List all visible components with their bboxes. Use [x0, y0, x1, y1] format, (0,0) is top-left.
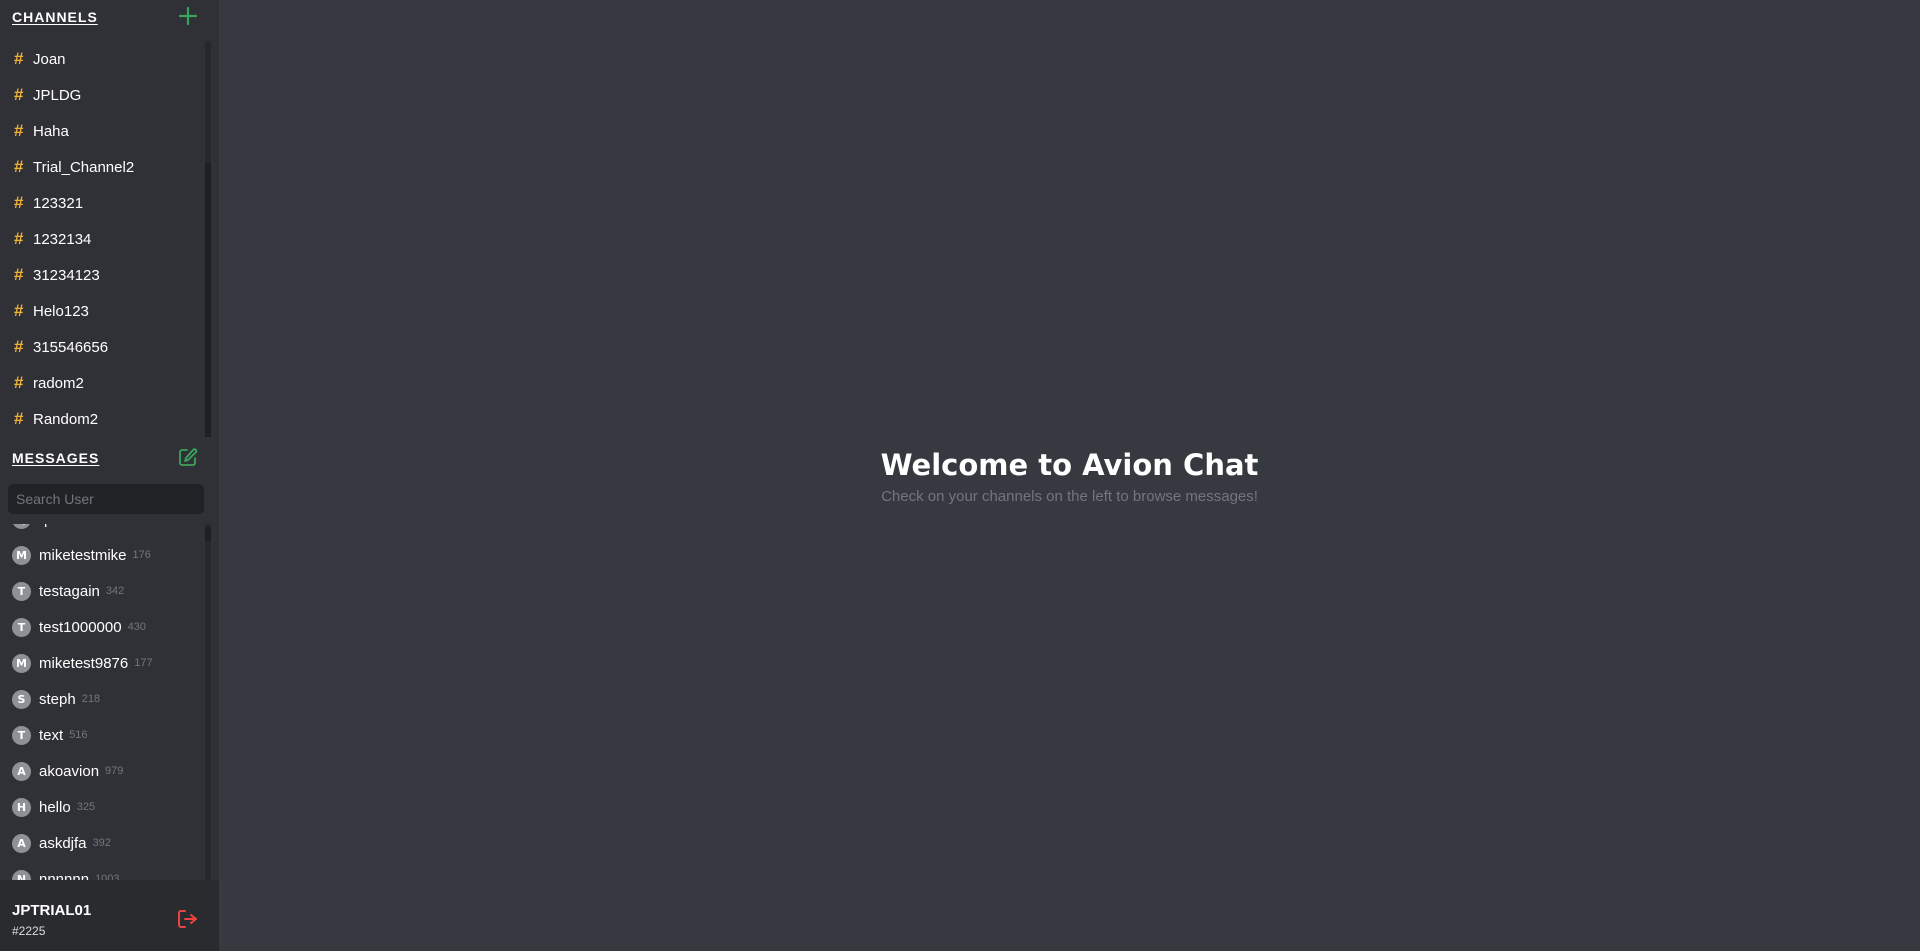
hash-icon: # — [14, 49, 24, 68]
user-item[interactable]: Mmiketestmike 176 — [0, 537, 205, 573]
user-id: 516 — [69, 729, 88, 741]
channel-name: radom2 — [33, 374, 84, 392]
channel-name: Haha — [33, 122, 69, 140]
plus-icon[interactable] — [177, 5, 199, 27]
hash-icon: # — [14, 85, 24, 104]
user-item[interactable]: Qqtws 117 — [0, 524, 205, 537]
user-item[interactable]: Ttext 516 — [0, 717, 205, 753]
avatar: S — [12, 689, 31, 709]
user-name: akoavion — [39, 762, 100, 780]
channel-item[interactable]: #123321 — [0, 185, 205, 221]
current-user-tag: #2225 — [12, 924, 46, 938]
edit-icon[interactable] — [177, 446, 199, 468]
welcome-subtitle: Check on your channels on the left to br… — [881, 488, 1258, 505]
user-id: 392 — [92, 837, 111, 849]
avatar: Q — [12, 524, 31, 529]
user-scrollbar[interactable] — [205, 524, 211, 880]
channel-name: Helo123 — [33, 302, 89, 320]
user-item[interactable]: Ttest1000000 430 — [0, 609, 205, 645]
avatar: T — [12, 725, 31, 745]
channel-item[interactable]: # Joan — [0, 41, 205, 77]
user-name: text — [39, 726, 64, 744]
channel-scrollbar-thumb[interactable] — [205, 163, 211, 437]
channel-name: 123321 — [33, 194, 84, 212]
avatar: N — [12, 869, 31, 880]
user-name: miketestmike — [39, 546, 127, 564]
user-name: askdjfa — [39, 834, 87, 852]
channel-item[interactable]: # JPLDG — [0, 77, 205, 113]
channel-name: JPLDG — [33, 86, 82, 104]
user-name: hello — [39, 798, 71, 816]
user-id: 325 — [76, 801, 96, 813]
channel-item[interactable]: #315546656 — [0, 329, 205, 365]
user-name: testagain — [39, 582, 100, 600]
user-item[interactable]: Nnnnnnn 1003 — [0, 861, 205, 880]
channel-item[interactable]: #1232134 — [0, 221, 205, 257]
channel-item[interactable]: # Trial_Channel2 — [0, 149, 205, 185]
user-id: 117 — [76, 524, 94, 525]
channel-name: Trial_Channel2 — [33, 158, 135, 176]
user-name: nnnnnn — [39, 870, 90, 881]
user-id: 176 — [132, 549, 151, 561]
user-id: 342 — [105, 585, 125, 597]
channel-name: 315546656 — [33, 338, 109, 356]
avatar: M — [12, 545, 31, 565]
messages-title: MESSAGES — [12, 450, 100, 466]
logout-icon[interactable] — [176, 907, 200, 931]
user-list: Qqtws117 Mmiketestmike176 Ttestagain342 … — [0, 524, 205, 880]
hash-icon: # — [14, 121, 24, 140]
avatar: A — [12, 833, 31, 853]
hash-icon: # — [14, 409, 24, 428]
sidebar: CHANNELS # Joan # JPLDG # Haha # Trial_Chann… — [0, 0, 219, 951]
channels-title: CHANNELS — [12, 9, 98, 25]
channel-list: # Joan # JPLDG # Haha # Trial_Channel2 #1233… — [0, 41, 205, 437]
user-name: test1000000 — [39, 618, 122, 636]
avatar: T — [12, 581, 31, 601]
channel-item[interactable]: #31234123 — [0, 257, 205, 293]
user-item[interactable]: Ssteph 218 — [0, 681, 205, 717]
user-item[interactable]: Aakoavion 979 — [0, 753, 205, 789]
avatar: T — [12, 617, 31, 637]
user-id: 430 — [127, 621, 146, 633]
channel-name: 1232134 — [33, 230, 92, 248]
avatar: H — [12, 797, 31, 817]
user-id: 177 — [134, 657, 153, 669]
user-footer: JPTRIAL01 #2225 — [0, 880, 219, 951]
main-panel: Welcome to Avion Chat Check on your chan… — [219, 0, 1920, 951]
hash-icon: # — [14, 337, 24, 356]
hash-icon: # — [14, 229, 24, 248]
channels-header: CHANNELS — [0, 2, 219, 30]
hash-icon: # — [14, 301, 24, 320]
channel-item[interactable]: # Haha — [0, 113, 205, 149]
user-name: qtws — [39, 524, 70, 528]
avatar: M — [12, 653, 31, 673]
welcome-title: Welcome to Avion Chat — [880, 448, 1259, 482]
hash-icon: # — [14, 157, 24, 176]
channel-name: Joan — [33, 50, 66, 68]
avatar: A — [12, 761, 31, 781]
current-username: JPTRIAL01 — [12, 902, 92, 919]
hash-icon: # — [14, 193, 24, 212]
user-name: steph — [39, 690, 76, 708]
user-name: miketest9876 — [39, 654, 129, 672]
user-item[interactable]: Aaskdjfa 392 — [0, 825, 205, 861]
messages-header: MESSAGES — [0, 443, 219, 471]
user-scrollbar-thumb[interactable] — [205, 527, 211, 541]
search-user-input[interactable] — [8, 484, 204, 514]
channel-name: Random2 — [33, 410, 99, 428]
user-id: 979 — [105, 765, 124, 777]
channel-item[interactable]: # radom2 — [0, 365, 205, 401]
user-item[interactable]: Ttestagain 342 — [0, 573, 205, 609]
channel-item[interactable]: # Random2 — [0, 401, 205, 437]
user-item[interactable]: Hhello 325 — [0, 789, 205, 825]
user-id: 1003 — [95, 873, 120, 880]
user-id: 218 — [81, 693, 101, 705]
hash-icon: # — [14, 373, 24, 392]
channel-item[interactable]: # Helo123 — [0, 293, 205, 329]
hash-icon: # — [14, 265, 24, 284]
user-item[interactable]: Mmiketest9876 177 — [0, 645, 205, 681]
channel-name: 31234123 — [33, 266, 100, 284]
